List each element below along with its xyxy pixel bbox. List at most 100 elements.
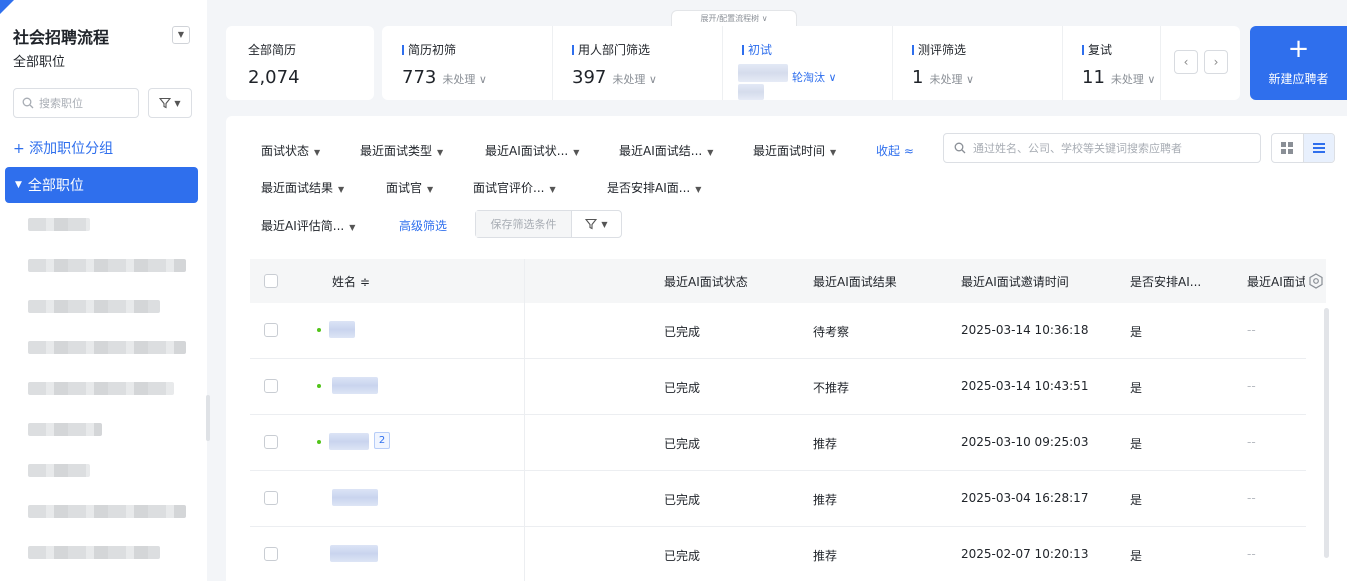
ai-invite-time: 2025-03-04 16:28:17	[961, 491, 1089, 505]
stage-count: 2,074	[248, 67, 300, 88]
add-position-group-link[interactable]: + 添加职位分组	[13, 138, 113, 158]
stage-count: 397	[572, 67, 607, 88]
ai-last: --	[1247, 379, 1256, 393]
ai-arranged: 是	[1130, 381, 1143, 395]
save-filter-condition[interactable]: 保存筛选条件 ▼	[475, 210, 622, 238]
filter-interviewer-rating[interactable]: 面试官评价... ▼	[473, 179, 556, 196]
chevron-down-icon: ▼	[174, 98, 181, 108]
column-ai-status: 最近AI面试状态	[664, 275, 748, 289]
stage-group: 简历初筛 773 未处理 ∨ 用人部门筛选 397 未处理 ∨ 初试 轮淘汰 ∨ 测…	[382, 26, 1240, 100]
row-checkbox[interactable]	[264, 435, 278, 449]
expand-process-tree-tab[interactable]: 展开/配置流程树 ∨	[671, 10, 797, 27]
row-checkbox[interactable]	[264, 547, 278, 561]
column-name[interactable]: 姓名 ≑	[332, 273, 370, 290]
applicant-name[interactable]	[329, 321, 355, 338]
filter-latest-interview-time[interactable]: 最近面试时间 ▼	[753, 142, 836, 159]
applicant-name[interactable]	[332, 377, 378, 394]
column-settings-button[interactable]	[1306, 259, 1326, 303]
filter-interview-status[interactable]: 面试状态 ▼	[261, 142, 320, 159]
chevron-down-icon: ▼	[601, 219, 608, 229]
search-icon	[22, 97, 34, 109]
applicant-name[interactable]	[330, 545, 378, 562]
stage-all-resumes[interactable]: 全部简历 2,074	[226, 26, 374, 100]
grid-view-icon[interactable]	[1272, 134, 1303, 162]
stage-next-button[interactable]: ›	[1204, 50, 1228, 74]
ai-status: 已完成	[664, 549, 701, 563]
list-item[interactable]	[28, 505, 186, 518]
applicant-name[interactable]	[329, 433, 369, 450]
stage-second-interview[interactable]: 复试 11 未处理 ∨	[1062, 26, 1162, 100]
stage-count: 773	[402, 67, 437, 88]
ai-arranged: 是	[1130, 493, 1143, 507]
stage-pending[interactable]: 未处理 ∨	[612, 73, 657, 86]
ai-result: 推荐	[813, 549, 838, 563]
stage-assessment-screening[interactable]: 测评筛选 1 未处理 ∨	[892, 26, 1062, 100]
main-panel: 面试状态 ▼ 最近面试类型 ▼ 最近AI面试状... ▼ 最近AI面试结... ▼ 最近…	[226, 116, 1347, 581]
application-count-badge: 2	[374, 432, 390, 449]
collapse-filters-link[interactable]: 收起 ≈	[876, 142, 914, 159]
save-filter-button[interactable]: 保存筛选条件	[476, 211, 572, 237]
applicant-search[interactable]	[943, 133, 1261, 163]
list-item[interactable]	[28, 382, 174, 395]
table-row[interactable]: 已完成 待考察 2025-03-14 10:36:18 是 --	[250, 303, 1306, 359]
stage-pending[interactable]: 未处理 ∨	[442, 73, 487, 86]
stage-pending[interactable]: 未处理 ∨	[929, 73, 974, 86]
online-status-dot	[317, 440, 321, 444]
sidebar-resize-handle[interactable]	[206, 395, 210, 441]
list-item[interactable]	[28, 464, 90, 477]
list-view-icon[interactable]	[1302, 134, 1334, 162]
list-item[interactable]	[28, 546, 160, 559]
view-toggle	[1271, 133, 1335, 163]
list-item[interactable]	[28, 300, 160, 313]
sidebar-item-all-positions[interactable]: ▼ 全部职位	[5, 167, 198, 203]
position-search[interactable]	[13, 88, 139, 118]
column-ai-result: 最近AI面试结果	[813, 275, 897, 289]
applicant-search-input[interactable]	[973, 141, 1253, 155]
applicant-name[interactable]	[332, 489, 378, 506]
process-dropdown-icon[interactable]: ▼	[172, 26, 190, 44]
table-scrollbar[interactable]	[1324, 308, 1329, 558]
stage-prev-button[interactable]: ‹	[1174, 50, 1198, 74]
advanced-filter-link[interactable]: 高级筛选	[399, 217, 447, 234]
table-row[interactable]: 已完成 不推荐 2025-03-14 10:43:51 是 --	[250, 359, 1306, 415]
stage-department-screening[interactable]: 用人部门筛选 397 未处理 ∨	[552, 26, 722, 100]
new-applicant-button[interactable]: + 新建应聘者	[1250, 26, 1347, 100]
row-checkbox[interactable]	[264, 323, 278, 337]
table-row[interactable]: 2 已完成 推荐 2025-03-10 09:25:03 是 --	[250, 415, 1306, 471]
stage-pending[interactable]: 轮淘汰 ∨	[792, 71, 837, 84]
filter-ai-interview-result[interactable]: 最近AI面试结... ▼	[619, 142, 713, 159]
table-row[interactable]: 已完成 推荐 2025-02-07 10:20:13 是 --	[250, 527, 1306, 581]
sidebar: 社会招聘流程 全部职位 ▼ ▼ + 添加职位分组 ▼ 全部职位	[0, 0, 207, 581]
online-status-dot	[317, 384, 321, 388]
list-item[interactable]	[28, 423, 102, 436]
select-all-checkbox[interactable]	[264, 274, 278, 288]
filter-latest-interview-result[interactable]: 最近面试结果 ▼	[261, 179, 344, 196]
filter-settings-icon	[585, 218, 598, 230]
filter-ai-interview-status[interactable]: 最近AI面试状... ▼	[485, 142, 579, 159]
position-search-input[interactable]	[39, 96, 129, 110]
column-ai-arranged: 是否安排AI...	[1130, 275, 1202, 289]
table-row[interactable]: 已完成 推荐 2025-03-04 16:28:17 是 --	[250, 471, 1306, 527]
column-ai-last: 最近AI面试	[1247, 275, 1305, 289]
ai-invite-time: 2025-03-14 10:36:18	[961, 323, 1089, 337]
row-checkbox[interactable]	[264, 379, 278, 393]
search-icon	[954, 142, 966, 154]
process-subtitle: 全部职位	[13, 55, 66, 70]
stage-first-interview[interactable]: 初试 轮淘汰 ∨	[722, 26, 892, 100]
filter-settings-button[interactable]: ▼	[572, 211, 621, 237]
table-header: 姓名 ≑ 最近AI面试状态 最近AI面试结果 最近AI面试邀请时间 是否安排AI…	[250, 259, 1306, 303]
blurred-count	[738, 84, 764, 100]
stage-pending[interactable]: 未处理 ∨	[1111, 73, 1156, 86]
ai-arranged: 是	[1130, 549, 1143, 563]
filter-ai-arranged[interactable]: 是否安排AI面... ▼	[607, 179, 701, 196]
position-filter-button[interactable]: ▼	[148, 88, 192, 118]
list-item[interactable]	[28, 341, 186, 354]
position-list	[28, 218, 186, 581]
row-checkbox[interactable]	[264, 491, 278, 505]
list-item[interactable]	[28, 218, 90, 231]
list-item[interactable]	[28, 259, 186, 272]
filter-interviewer[interactable]: 面试官 ▼	[386, 179, 433, 196]
stage-resume-screening[interactable]: 简历初筛 773 未处理 ∨	[382, 26, 552, 100]
filter-latest-interview-type[interactable]: 最近面试类型 ▼	[360, 142, 443, 159]
filter-ai-evaluation[interactable]: 最近AI评估简... ▼	[261, 217, 355, 234]
